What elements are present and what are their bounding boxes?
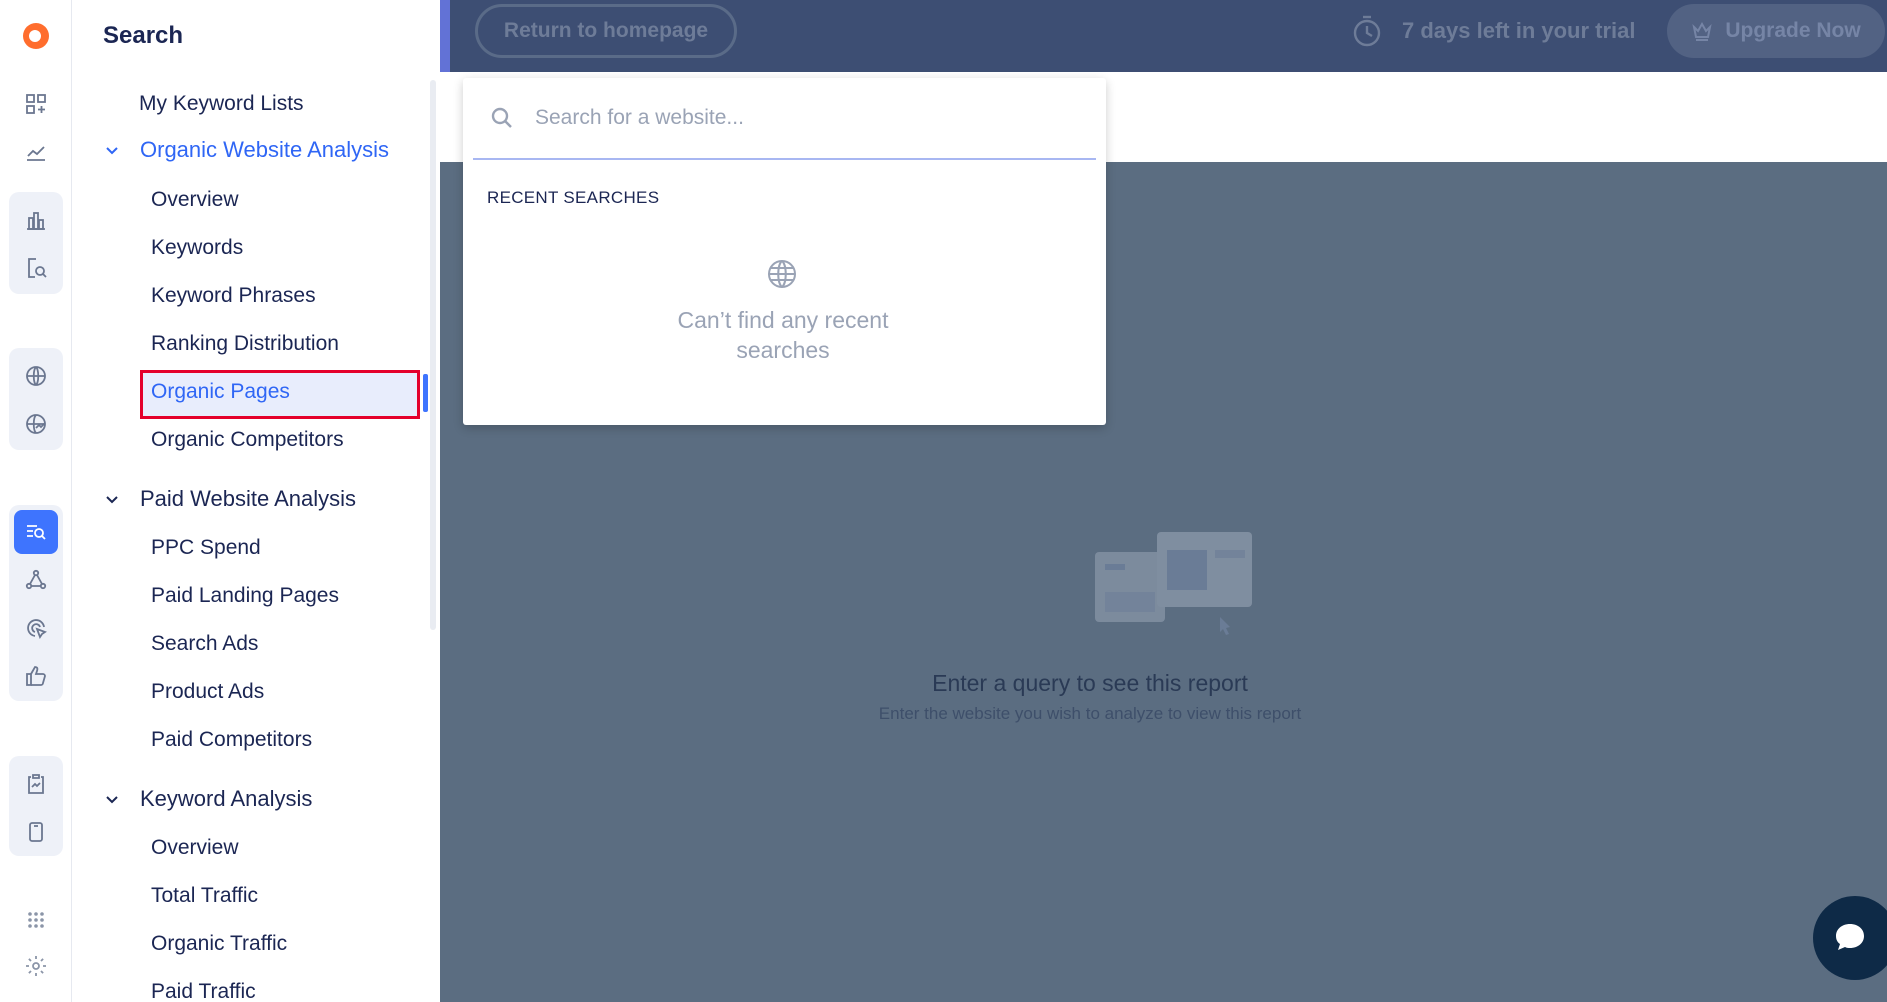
chat-bubble-icon xyxy=(1836,924,1864,950)
section-label: Paid Website Analysis xyxy=(140,486,357,511)
nav-scrollbar[interactable] xyxy=(430,80,436,630)
timer-icon xyxy=(1353,15,1381,47)
dashboard-add-icon[interactable] xyxy=(20,88,52,120)
nav-item-organic-competitors[interactable]: Organic Competitors xyxy=(151,428,344,452)
search-nav-panel: Search My Keyword Lists Organic Website … xyxy=(72,0,440,1002)
nav-section-paid-website-analysis[interactable]: Paid Website Analysis xyxy=(102,486,356,512)
nav-item-search-ads[interactable]: Search Ads xyxy=(151,632,258,656)
nav-section-keyword-analysis[interactable]: Keyword Analysis xyxy=(102,786,312,812)
nav-item-keywords[interactable]: Keywords xyxy=(151,236,243,260)
chevron-down-icon xyxy=(106,147,118,155)
website-search-input[interactable] xyxy=(535,106,1055,130)
nav-item-my-keyword-lists[interactable]: My Keyword Lists xyxy=(139,92,304,116)
chevron-down-icon xyxy=(106,496,118,504)
crown-icon xyxy=(1692,21,1712,41)
top-bar: Return to homepage 7 days left in your t… xyxy=(440,0,1887,72)
nav-item-paid-competitors[interactable]: Paid Competitors xyxy=(151,728,312,752)
empty-report-title: Enter a query to see this report xyxy=(932,670,1248,696)
search-analysis-icon[interactable] xyxy=(14,510,58,554)
affiliate-network-icon[interactable] xyxy=(20,564,52,596)
settings-gear-icon[interactable] xyxy=(20,950,52,982)
trial-text: 7 days left in your trial xyxy=(1402,18,1636,43)
nav-title: Search xyxy=(103,22,184,49)
target-cursor-icon[interactable] xyxy=(20,612,52,644)
bar-chart-icon[interactable] xyxy=(20,204,52,236)
nav-item-organic-traffic[interactable]: Organic Traffic xyxy=(151,932,287,956)
nav-item-product-ads[interactable]: Product Ads xyxy=(151,680,264,704)
nav-item-keyword-phrases[interactable]: Keyword Phrases xyxy=(151,284,316,308)
nav-item-paid-landing-pages[interactable]: Paid Landing Pages xyxy=(151,584,339,608)
site-search-icon[interactable] xyxy=(20,252,52,284)
nav-item-overview[interactable]: Overview xyxy=(151,188,239,212)
nav-item-keyword-overview[interactable]: Overview xyxy=(151,836,239,860)
nav-item-paid-traffic[interactable]: Paid Traffic xyxy=(151,980,256,1002)
selected-item-indicator xyxy=(423,374,428,412)
empty-report-subtitle: Enter the website you wish to analyze to… xyxy=(878,704,1302,723)
nav-item-ranking-distribution[interactable]: Ranking Distribution xyxy=(151,332,339,356)
chevron-down-icon xyxy=(106,796,118,804)
recent-searches-heading: RECENT SEARCHES xyxy=(487,188,660,207)
mobile-app-icon[interactable] xyxy=(20,816,52,848)
icon-rail xyxy=(0,0,72,1002)
trial-status: 7 days left in your trial xyxy=(1350,14,1636,48)
empty-report-illustration xyxy=(1095,532,1252,635)
similarweb-logo[interactable] xyxy=(22,22,50,50)
nav-item-organic-pages[interactable]: Organic Pages xyxy=(151,380,290,404)
return-to-homepage-button[interactable]: Return to homepage xyxy=(475,4,737,58)
apps-grid-icon[interactable] xyxy=(20,904,52,936)
trend-chart-icon[interactable] xyxy=(20,136,52,168)
search-icon xyxy=(491,107,512,128)
report-icon[interactable] xyxy=(20,768,52,800)
upgrade-label: Upgrade Now xyxy=(1725,19,1861,42)
no-recent-searches-text: Can’t find any recent searches xyxy=(677,307,889,363)
website-search-dropdown: RECENT SEARCHES Can’t find any recent se… xyxy=(463,78,1106,425)
topbar-accent xyxy=(440,0,450,72)
section-label: Keyword Analysis xyxy=(140,786,313,811)
globe-icon xyxy=(768,260,796,288)
nav-item-total-traffic[interactable]: Total Traffic xyxy=(151,884,258,908)
upgrade-now-button[interactable]: Upgrade Now xyxy=(1667,4,1885,58)
globe-analytics-icon[interactable] xyxy=(20,408,52,440)
search-row xyxy=(473,78,1096,160)
globe-icon[interactable] xyxy=(20,360,52,392)
nav-item-ppc-spend[interactable]: PPC Spend xyxy=(151,536,261,560)
thumbs-up-icon[interactable] xyxy=(20,660,52,692)
chat-support-button[interactable] xyxy=(1813,896,1887,980)
section-label: Organic Website Analysis xyxy=(140,137,390,162)
nav-section-organic-website-analysis[interactable]: Organic Website Analysis xyxy=(102,137,389,163)
